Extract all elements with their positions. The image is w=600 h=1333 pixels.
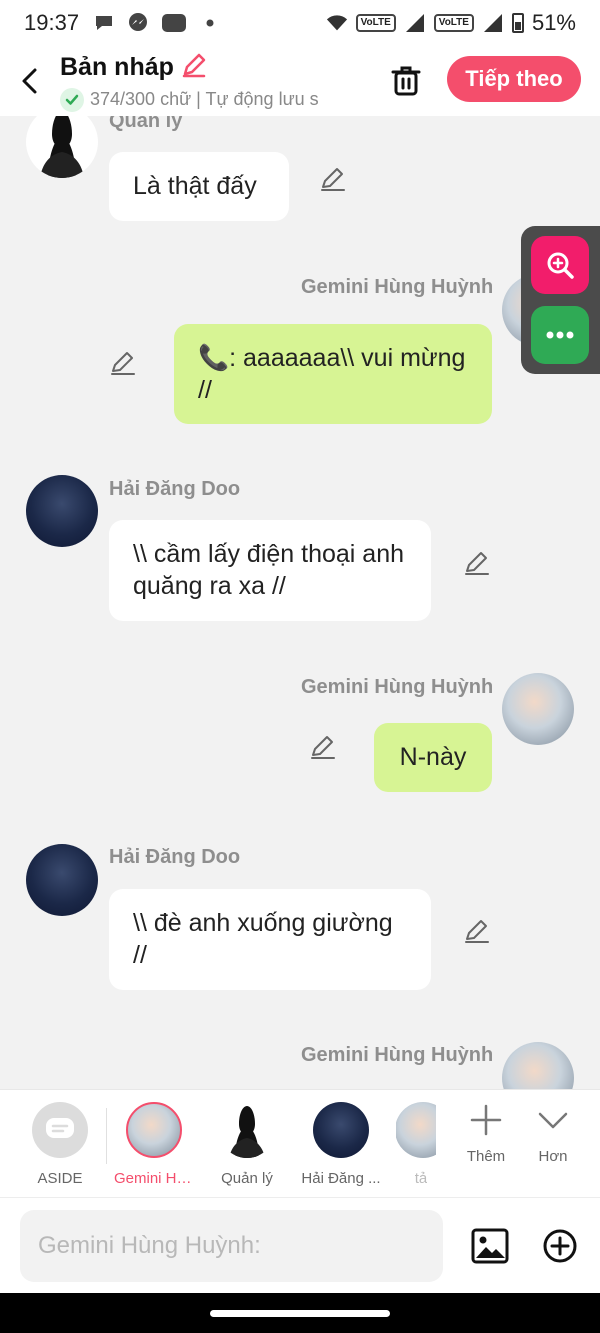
composer: Gemini Hùng Huỳnh: [0, 1197, 600, 1293]
chevron-down-icon [538, 1112, 568, 1129]
trash-icon [391, 66, 421, 96]
chat-bubble-icon [93, 12, 115, 34]
volte-badge-2: VoLTE [433, 14, 474, 32]
message-bubble[interactable]: N-này [374, 723, 492, 792]
add-label: Thêm [466, 1148, 506, 1165]
character-label: ASIDE [37, 1170, 83, 1187]
character-aside[interactable]: ASIDE [20, 1102, 100, 1192]
edit-title-icon[interactable] [180, 51, 208, 84]
message-sender: Gemini Hùng Huỳnh [301, 676, 494, 698]
character-selector: ASIDE Gemini Hù... Quản lý Hải Đăng ... … [0, 1089, 600, 1197]
back-button[interactable] [0, 46, 60, 116]
message-sender: Gemini Hùng Huỳnh [301, 276, 494, 298]
status-bar: 19:37 VoLTE VoLTE 51% [0, 0, 600, 46]
edit-message-icon[interactable] [462, 548, 492, 578]
message-bubble[interactable]: \\ cầm lấy điện thoại anh quăng ra xa // [109, 520, 431, 621]
message-sender: Gemini Hùng Huỳnh [301, 1044, 494, 1066]
add-content-button[interactable] [540, 1226, 580, 1266]
character-quan-ly[interactable]: Quản lý [207, 1102, 287, 1192]
battery-percent: 51% [531, 10, 576, 35]
floating-tool-panel [521, 226, 600, 374]
insert-image-button[interactable] [470, 1226, 510, 1266]
next-button[interactable]: Tiếp theo [447, 56, 581, 102]
avatar-gemini-hung-huynh[interactable] [502, 673, 574, 745]
dot-icon [199, 12, 221, 34]
aside-icon [32, 1102, 88, 1158]
character-label: Gemini Hù... [114, 1170, 194, 1187]
character-partial[interactable]: tả [396, 1102, 436, 1192]
message-sender: Hải Đăng Doo [109, 478, 241, 500]
plus-circle-icon [543, 1229, 577, 1263]
ellipsis-icon [546, 331, 574, 339]
more-characters-button[interactable]: Hơn [523, 1104, 583, 1165]
chat-area[interactable]: Quản lý Là thật đấy Gemini Hùng Huỳnh 📞:… [0, 116, 600, 1089]
message-bubble[interactable]: 📞: aaaaaaa\\ vui mừng // [174, 324, 492, 424]
edit-message-icon[interactable] [462, 916, 492, 946]
header: Bản nháp 374/300 chữ | Tự động lưu s Tiế… [0, 46, 600, 116]
check-icon [60, 87, 84, 112]
message-bubble[interactable]: \\ đè anh xuống giường // [109, 889, 431, 990]
more-options-button[interactable] [531, 306, 589, 364]
avatar-hai-dang-doo[interactable] [26, 475, 98, 547]
avatar-hai-dang-doo[interactable] [26, 844, 98, 916]
word-count-status: 374/300 chữ | Tự động lưu s [90, 89, 319, 109]
character-hai-dang-doo[interactable]: Hải Đăng ... [301, 1102, 381, 1192]
wifi-icon [326, 12, 348, 34]
character-gemini-hung-huynh[interactable]: Gemini Hù... [114, 1102, 194, 1192]
signal-icon-2 [482, 12, 504, 34]
character-avatar [313, 1102, 369, 1158]
character-label: Quản lý [221, 1170, 273, 1187]
page-title: Bản nháp [60, 52, 174, 81]
zoom-button[interactable] [531, 236, 589, 294]
character-avatar [126, 1102, 182, 1158]
image-icon [471, 1228, 509, 1264]
delete-button[interactable] [386, 59, 426, 103]
chevron-left-icon [22, 68, 37, 94]
system-nav-bar [0, 1293, 600, 1333]
home-indicator[interactable] [210, 1310, 390, 1317]
plus-icon [470, 1104, 502, 1136]
message-sender: Quản lý [109, 116, 183, 132]
more-label: Hơn [538, 1148, 568, 1165]
add-character-button[interactable]: Thêm [456, 1104, 516, 1165]
battery-icon [511, 13, 524, 33]
messenger-icon [127, 12, 149, 34]
magnifier-plus-icon [547, 252, 574, 279]
edit-message-icon[interactable] [318, 164, 348, 194]
character-label: Hải Đăng ... [301, 1170, 381, 1187]
zalo-icon [161, 12, 187, 34]
volte-badge-1: VoLTE [355, 14, 396, 32]
character-avatar [219, 1102, 275, 1158]
divider [106, 1108, 107, 1164]
character-label: tả [414, 1170, 428, 1187]
edit-message-icon[interactable] [108, 348, 138, 378]
message-sender: Hải Đăng Doo [109, 846, 241, 868]
message-input[interactable]: Gemini Hùng Huỳnh: [20, 1210, 443, 1282]
character-avatar [396, 1102, 436, 1158]
avatar-gemini-hung-huynh[interactable] [502, 1042, 574, 1089]
edit-message-icon[interactable] [308, 732, 338, 762]
status-time: 19:37 [24, 10, 80, 35]
avatar-quan-ly[interactable] [26, 116, 98, 178]
message-bubble[interactable]: Là thật đấy [109, 152, 289, 221]
title-block: Bản nháp 374/300 chữ | Tự động lưu s [60, 51, 360, 112]
signal-icon [404, 12, 426, 34]
